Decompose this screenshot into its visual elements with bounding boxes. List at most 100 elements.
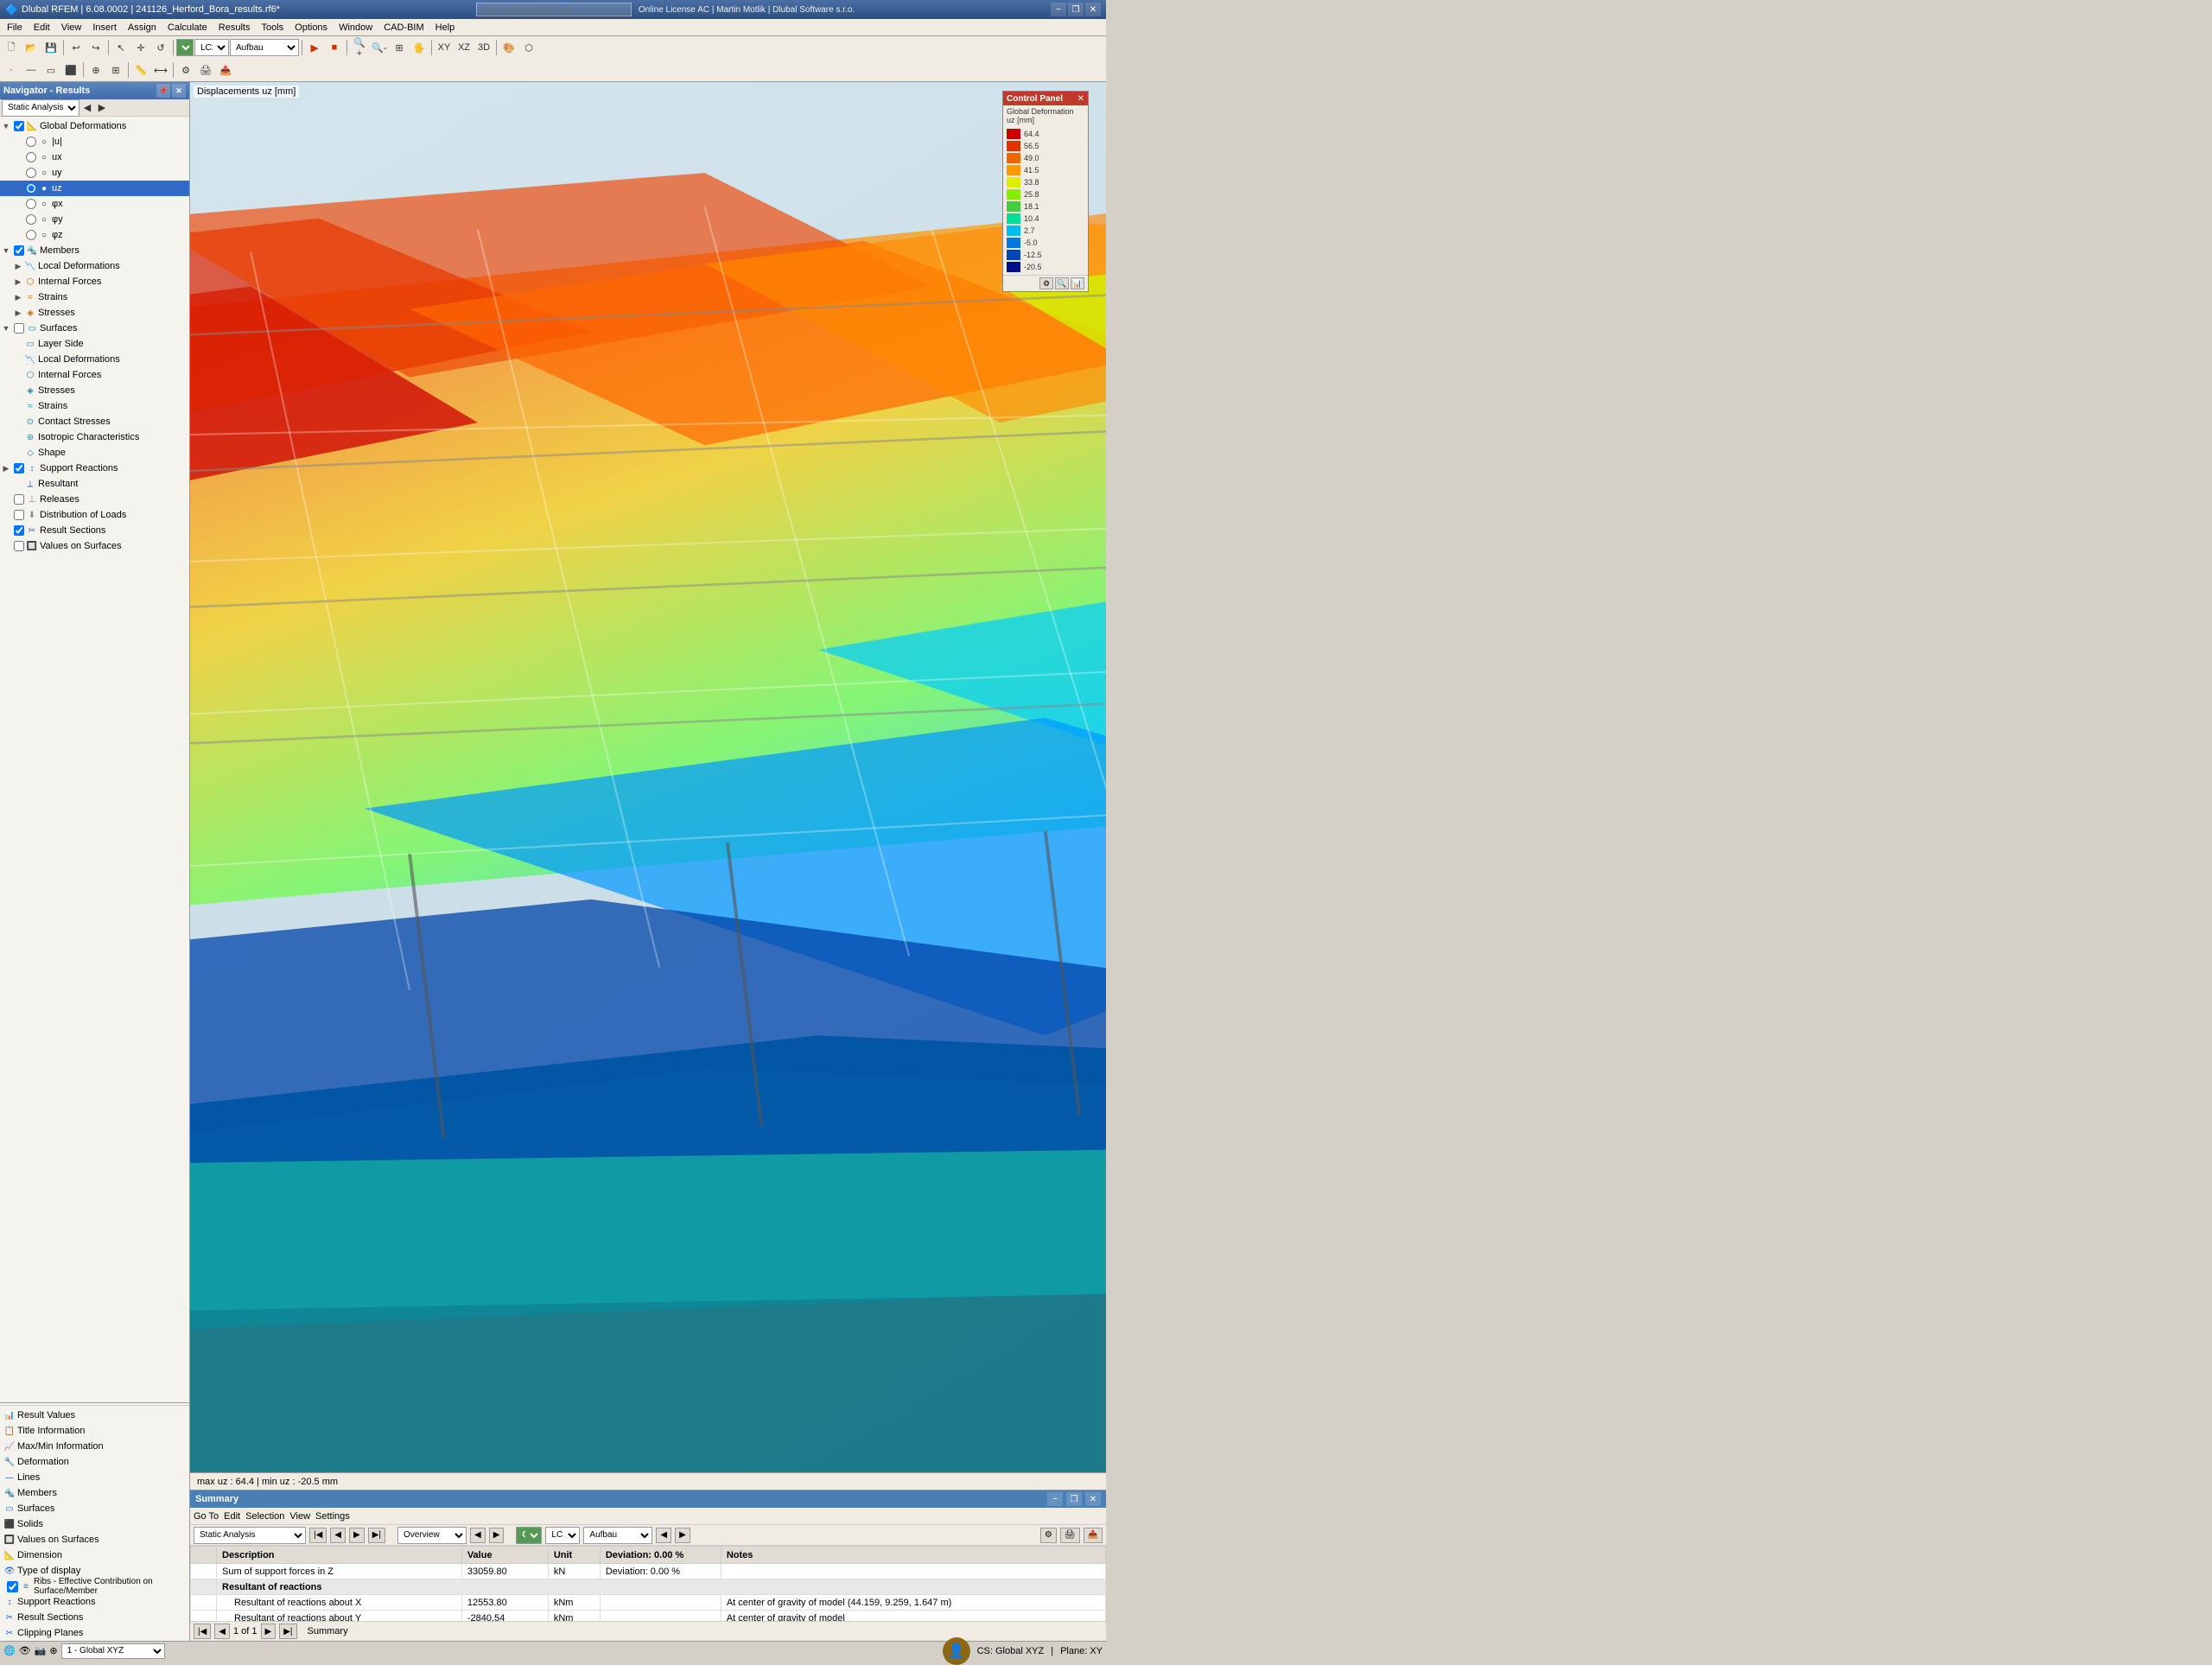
tree-distribution-of-loads[interactable]: ⬇ Distribution of Loads (0, 507, 189, 523)
toolbar-go-to[interactable]: Go To (194, 1511, 219, 1522)
menu-insert[interactable]: Insert (87, 19, 122, 36)
menu-tools[interactable]: Tools (256, 19, 289, 36)
load-case-name-combo[interactable]: Aufbau (230, 39, 299, 56)
cp-settings-btn[interactable]: ⚙ (1039, 277, 1053, 289)
bottom-title-information[interactable]: 📋 Title Information (0, 1423, 189, 1439)
radio-phix[interactable] (26, 199, 36, 209)
menu-assign[interactable]: Assign (123, 19, 162, 36)
summary-nav-next[interactable]: ▶ (349, 1528, 365, 1543)
tree-u-abs[interactable]: ○ |u| (0, 134, 189, 149)
tb-wire[interactable]: ⬡ (519, 38, 538, 57)
summary-lc-name-combo[interactable]: Aufbau (583, 1527, 652, 1544)
bottom-members[interactable]: 🔩 Members (0, 1485, 189, 1501)
page-next-btn[interactable]: ▶ (261, 1624, 276, 1639)
tree-global-deformations[interactable]: ▼ 📐 Global Deformations (0, 118, 189, 134)
page-first-btn[interactable]: |◀ (194, 1624, 211, 1639)
tree-surfaces-contact-stresses[interactable]: ⊙ Contact Stresses (0, 414, 189, 429)
bottom-ribs[interactable]: ≡ Ribs - Effective Contribution on Surfa… (0, 1579, 189, 1594)
cp-close-btn[interactable]: ✕ (1077, 94, 1084, 104)
toggle-m-local[interactable]: ▶ (12, 260, 24, 272)
tree-resultant[interactable]: ⟂ Resultant (0, 476, 189, 492)
summary-view-prev[interactable]: ◀ (470, 1528, 486, 1543)
tb-render[interactable]: 🎨 (499, 38, 518, 57)
tree-surfaces-stresses[interactable]: ◈ Stresses (0, 383, 189, 398)
tree-phiz[interactable]: ○ φz (0, 227, 189, 243)
check-support-reactions[interactable] (14, 463, 24, 473)
tree-ux[interactable]: ○ ux (0, 149, 189, 165)
summary-view-combo[interactable]: Overview (397, 1527, 467, 1544)
tb-select[interactable]: ↖ (111, 38, 130, 57)
tb-redo[interactable]: ↪ (86, 38, 105, 57)
summary-close-btn[interactable]: ✕ (1085, 1492, 1101, 1506)
bottom-values-on-surfaces[interactable]: 🔲 Values on Surfaces (0, 1532, 189, 1547)
summary-print-btn[interactable]: 🖨 (1060, 1528, 1080, 1543)
nav-close-btn[interactable]: ✕ (172, 84, 186, 98)
tree-members-strains[interactable]: ▶ ≈ Strains (0, 289, 189, 305)
summary-analysis-combo[interactable]: Static Analysis (194, 1527, 306, 1544)
tb-node[interactable]: · (2, 60, 21, 79)
bottom-solids[interactable]: ⬛ Solids (0, 1516, 189, 1532)
load-case-combo[interactable]: LC2 (194, 39, 229, 56)
check-surfaces[interactable] (14, 323, 24, 334)
bottom-result-sections[interactable]: ✂ Result Sections (0, 1610, 189, 1625)
tree-uy[interactable]: ○ uy (0, 165, 189, 181)
nav-next-btn[interactable]: ▶ (95, 99, 109, 118)
radio-uy[interactable] (26, 168, 36, 178)
toggle-m-strains[interactable]: ▶ (12, 291, 24, 303)
check-ribs[interactable] (7, 1581, 18, 1592)
tb-solid[interactable]: ⬛ (61, 60, 80, 79)
tb-zoom-all[interactable]: ⊞ (390, 38, 409, 57)
search-input[interactable] (476, 3, 632, 16)
toolbar-selection[interactable]: Selection (245, 1511, 284, 1522)
cp-chart-btn[interactable]: 📊 (1071, 277, 1084, 289)
tree-values-on-surfaces[interactable]: 🔲 Values on Surfaces (0, 538, 189, 554)
toggle-global-deformations[interactable]: ▼ (0, 120, 12, 132)
toolbar-settings[interactable]: Settings (315, 1511, 350, 1522)
tb-undo[interactable]: ↩ (67, 38, 86, 57)
tb-stop[interactable]: ■ (325, 38, 344, 57)
menu-window[interactable]: Window (334, 19, 378, 36)
tb-zoom-out[interactable]: 🔍- (370, 38, 389, 57)
summary-nav-prev-prev[interactable]: |◀ (309, 1528, 327, 1543)
tree-surfaces-isotropic[interactable]: ⊛ Isotropic Characteristics (0, 429, 189, 445)
tree-members-stresses[interactable]: ▶ ◈ Stresses (0, 305, 189, 321)
tb-rotate[interactable]: ↺ (151, 38, 170, 57)
bottom-dimension[interactable]: 📐 Dimension (0, 1547, 189, 1563)
minimize-button[interactable]: − (1051, 3, 1066, 16)
toggle-surfaces[interactable]: ▼ (0, 322, 12, 334)
bottom-surfaces[interactable]: ▭ Surfaces (0, 1501, 189, 1516)
tb-snap[interactable]: ⊕ (86, 60, 105, 79)
toggle-m-stresses[interactable]: ▶ (12, 307, 24, 319)
summary-maximize-btn[interactable]: ❐ (1066, 1492, 1082, 1506)
check-members[interactable] (14, 245, 24, 256)
bottom-lines[interactable]: — Lines (0, 1470, 189, 1485)
tb-surface[interactable]: ▭ (41, 60, 60, 79)
check-releases[interactable] (14, 494, 24, 505)
load-case-type-combo[interactable]: G (176, 39, 194, 56)
summary-lc-next[interactable]: ▶ (675, 1528, 690, 1543)
menu-view[interactable]: View (56, 19, 87, 36)
summary-nav-next-next[interactable]: ▶| (368, 1528, 385, 1543)
page-last-btn[interactable]: ▶| (279, 1624, 296, 1639)
summary-view-next[interactable]: ▶ (489, 1528, 505, 1543)
radio-u-abs[interactable] (26, 137, 36, 147)
tree-uz[interactable]: ● uz (0, 181, 189, 196)
close-button[interactable]: ✕ (1085, 3, 1101, 16)
tb-line[interactable]: — (22, 60, 41, 79)
menu-cad-bim[interactable]: CAD-BIM (378, 19, 429, 36)
tree-surfaces[interactable]: ▼ ▭ Surfaces (0, 321, 189, 336)
tb-view-xy[interactable]: XY (435, 38, 454, 57)
tb-dimension-add[interactable]: ⟷ (151, 60, 170, 79)
tree-support-reactions[interactable]: ▶ ↕ Support Reactions (0, 461, 189, 476)
tb-open[interactable]: 📂 (22, 38, 41, 57)
tb-zoom-in[interactable]: 🔍+ (350, 38, 369, 57)
menu-results[interactable]: Results (213, 19, 256, 36)
tb-export[interactable]: 📤 (216, 60, 235, 79)
check-result-sections[interactable] (14, 525, 24, 536)
radio-ux[interactable] (26, 152, 36, 162)
coordinate-system-combo[interactable]: 1 - Global XYZ (61, 1643, 165, 1659)
menu-file[interactable]: File (2, 19, 28, 36)
tree-members-internal-forces[interactable]: ▶ ⬡ Internal Forces (0, 274, 189, 289)
tb-save[interactable]: 💾 (41, 38, 60, 57)
page-prev-btn[interactable]: ◀ (214, 1624, 230, 1639)
